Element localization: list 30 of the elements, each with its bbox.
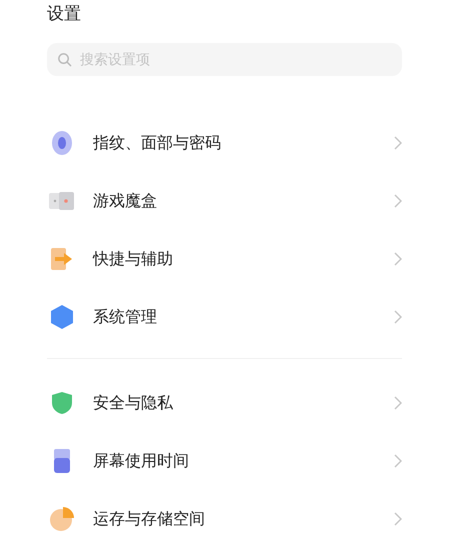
game-box-icon [49,191,75,211]
chevron-icon [394,252,402,266]
chevron-icon [394,194,402,208]
item-label: 系统管理 [93,306,158,328]
item-label: 快捷与辅助 [93,248,174,270]
item-label: 屏幕使用时间 [93,450,190,472]
chevron-icon [394,136,402,150]
item-label: 安全与隐私 [93,392,174,414]
fingerprint-icon [51,130,73,156]
item-label: 运存与存储空间 [93,508,206,530]
hexagon-icon [50,304,74,330]
item-label: 指纹、面部与密码 [93,132,222,154]
settings-item[interactable]: 指纹、面部与密码 [47,114,402,172]
settings-item[interactable]: 运存与存储空间 [47,490,402,548]
item-label: 游戏魔盒 [93,190,158,212]
arrow-icon [50,247,74,271]
chevron-icon [394,454,402,468]
search-icon [57,52,72,67]
screen-icon [53,449,71,473]
settings-item[interactable]: 安全与隐私 [47,374,402,432]
chevron-icon [394,396,402,410]
shield-icon [51,391,73,415]
chevron-icon [394,512,402,526]
page-title: 设置 [47,3,81,26]
settings-item[interactable]: 系统管理 [47,288,402,346]
pie-icon [49,506,75,532]
settings-item[interactable]: 快捷与辅助 [47,230,402,288]
chevron-icon [394,310,402,324]
settings-item[interactable]: 屏幕使用时间 [47,432,402,490]
settings-item[interactable]: 游戏魔盒 [47,172,402,230]
